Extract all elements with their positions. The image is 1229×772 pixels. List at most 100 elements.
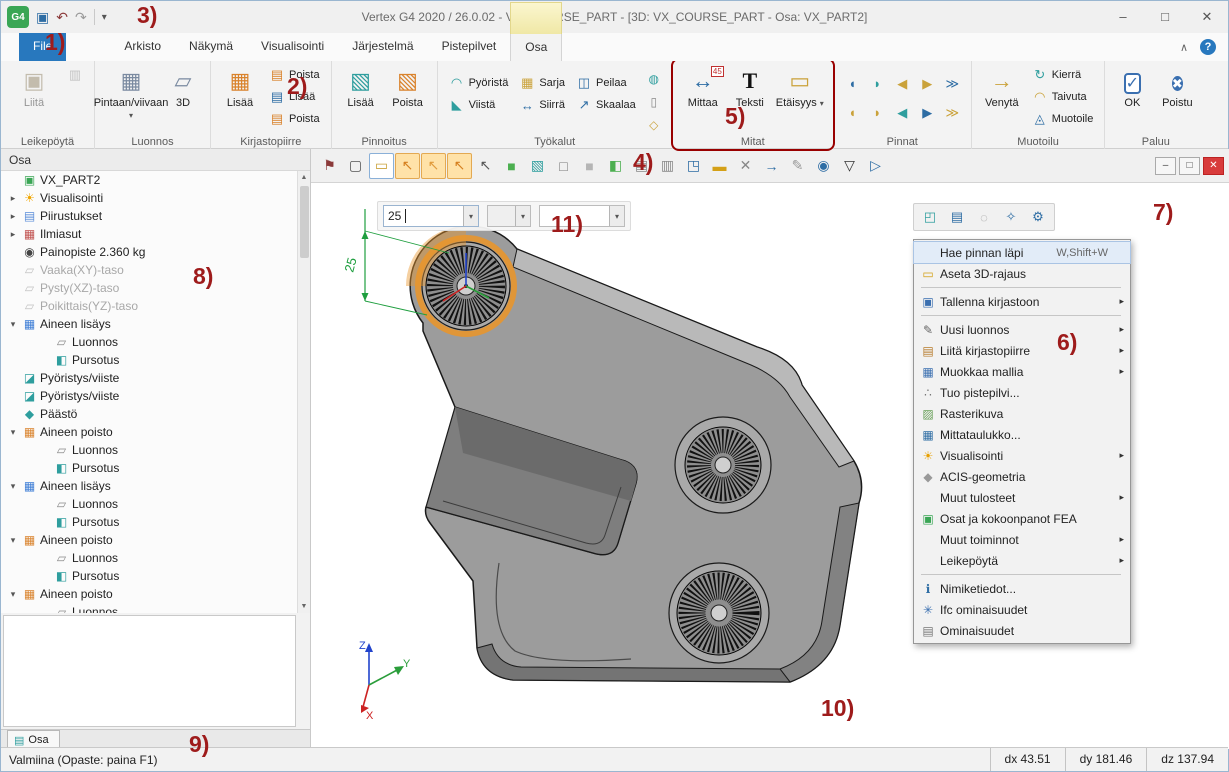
tree-item[interactable]: ▾ ▦ Aineen poisto [1,585,297,603]
skaalaa-button[interactable]: ↗ Skaalaa [572,94,640,116]
face-tool-button[interactable]: ◀ [891,99,914,126]
tree-item[interactable]: ◧ Pursotus [1,351,297,369]
menu-item[interactable]: ▣ Osat ja kokoonpanot FEA [914,508,1130,529]
minimize-button[interactable]: – [1102,1,1144,33]
tree-item[interactable]: ▾ ▦ Aineen poisto [1,423,297,441]
toolbar-button[interactable]: ✕ [733,153,758,179]
scroll-down-icon[interactable]: ▼ [298,600,310,613]
tree-expander-icon[interactable]: ▸ [7,193,19,204]
menu-item[interactable]: ▤ Ominaisuudet [914,620,1130,641]
tree-expander-icon[interactable]: ▸ [7,229,19,240]
tree-item[interactable]: ◧ Pursotus [1,513,297,531]
face-tool-button[interactable]: ▶ [916,99,939,126]
menu-item[interactable]: Hae pinnan läpi W,Shift+W [914,242,1130,263]
viista-button[interactable]: ◣ Viistä [445,94,513,116]
pinnoitus-lisaa-button[interactable]: ▧ Lisää [339,64,383,132]
menu-item[interactable]: ∴ Tuo pistepilvi... [914,382,1130,403]
toolbar-button[interactable]: ▧ [525,153,550,179]
menu-item[interactable]: ▦ Muokkaa mallia ▸ [914,361,1130,382]
tab-osa[interactable]: Osa [510,33,562,61]
mdi-close-button[interactable]: ✕ [1203,157,1224,175]
menu-item[interactable]: ℹ Nimiketiedot... [914,578,1130,599]
mdi-minimize-button[interactable]: – [1155,157,1176,175]
qat-customize-button[interactable]: ▾ [102,12,107,23]
menu-item[interactable]: ▤ Liitä kirjastopiirre ▸ [914,340,1130,361]
tree-item[interactable]: ◪ Pyöristys/viiste [1,387,297,405]
menu-item[interactable]: ▦ Mittataulukko... [914,424,1130,445]
sarja-button[interactable]: ▦ Sarja [515,72,569,94]
toolbar-button[interactable]: ▢ [343,153,368,179]
secondary-combo[interactable]: ▾ [487,205,531,227]
peilaa-button[interactable]: ◫ Peilaa [572,72,640,94]
menu-item[interactable]: ✳ Ifc ominaisuudet [914,599,1130,620]
tree-item[interactable]: ▸ ☀ Visualisointi [1,189,297,207]
toolbar-button[interactable]: ↖ [447,153,472,179]
tab-pistepilvet[interactable]: Pistepilvet [428,33,511,61]
toolbar-button[interactable]: ↖ [473,153,498,179]
kirjasto-lisaa-small-button[interactable]: ▤ Lisää [265,86,324,108]
mini-toolbar-button[interactable]: ◰ [918,206,942,228]
tree-item[interactable]: ▸ ▤ Piirustukset [1,207,297,225]
tree-item[interactable]: ▾ ▦ Aineen lisäys [1,477,297,495]
tree-item[interactable]: ▾ ▦ Aineen lisäys [1,315,297,333]
combo-dropdown-icon[interactable]: ▾ [515,206,530,226]
tree-item[interactable]: ▱ Vaaka(XY)-taso [1,261,297,279]
toolbar-button[interactable]: ▽ [837,153,862,179]
menu-item[interactable]: ☀ Visualisointi ▸ [914,445,1130,466]
tree-item[interactable]: ▱ Luonnos [1,549,297,567]
scroll-up-icon[interactable]: ▲ [298,171,310,184]
tree-expander-icon[interactable]: ▾ [7,481,19,492]
tree-item[interactable]: ▾ ▦ Aineen poisto [1,531,297,549]
etaisyys-button[interactable]: ▭ Etäisyys ▾ [774,64,826,132]
tab-arkisto[interactable]: Arkisto [110,33,175,61]
tool-button[interactable]: ◇ [643,115,665,135]
mini-toolbar-button[interactable]: ⚙ [1026,206,1050,228]
liita-button[interactable]: ▣ Liitä [8,64,60,132]
face-tool-button[interactable]: ≫ [941,70,964,97]
toolbar-button[interactable]: ▭ [369,153,394,179]
toolbar-button[interactable]: ✎ [785,153,810,179]
toolbar-button[interactable]: ■ [499,153,524,179]
venyta-button[interactable]: → Venytä [979,64,1025,132]
ok-button[interactable]: ✓ OK [1112,64,1152,132]
tree-item[interactable]: ▱ Luonnos [1,495,297,513]
face-tool-button[interactable]: ▶ [916,70,939,97]
tree-item[interactable]: ▱ Luonnos [1,441,297,459]
tree-expander-icon[interactable]: ▾ [7,319,19,330]
toolbar-button[interactable]: ◉ [811,153,836,179]
toolbar-button[interactable]: ▷ [863,153,888,179]
menu-item[interactable]: ✎ Uusi luonnos ▸ [914,319,1130,340]
tree-expander-icon[interactable]: ▾ [7,589,19,600]
tree-item[interactable]: ▱ Luonnos [1,603,297,613]
menu-item[interactable]: ▣ Tallenna kirjastoon ▸ [914,291,1130,312]
tab-file[interactable]: File [19,33,66,61]
tree-expander-icon[interactable]: ▾ [7,427,19,438]
redo-button[interactable]: ↷ [75,9,87,26]
close-button[interactable]: ✕ [1186,1,1228,33]
kierra-button[interactable]: ↻ Kierrä [1028,64,1098,86]
tertiary-combo[interactable]: ▾ [539,205,625,227]
toolbar-button[interactable]: ⚑ [317,153,342,179]
face-tool-button[interactable]: ≫ [941,99,964,126]
pinnoitus-poista-button[interactable]: ▧ Poista [386,64,430,132]
muotoile-button[interactable]: ◬ Muotoile [1028,108,1098,130]
tree-item[interactable]: ◧ Pursotus [1,459,297,477]
face-tool-button[interactable]: ◖ [841,70,864,97]
mittaa-button[interactable]: ↔45 Mittaa [680,64,726,132]
teksti-button[interactable]: T Teksti [729,64,771,132]
tree-item[interactable]: ▣ VX_PART2 [1,171,297,189]
tree-item[interactable]: ◉ Painopiste 2.360 kg [1,243,297,261]
maximize-button[interactable]: □ [1144,1,1186,33]
ribbon-collapse-icon[interactable]: ∧ [1180,41,1188,54]
toolbar-button[interactable]: ▬ [707,153,732,179]
toolbar-button[interactable]: ▥ [655,153,680,179]
toolbar-button[interactable]: → [759,153,784,179]
siirra-button[interactable]: ↔ Siirrä [515,94,569,116]
tree-expander-icon[interactable]: ▾ [7,535,19,546]
undo-button[interactable]: ↶ [56,9,68,26]
menu-item[interactable] [914,284,1130,291]
scrollbar-thumb[interactable] [300,186,309,258]
face-tool-button[interactable]: ◗ [866,70,889,97]
pintaan-viivaan-button[interactable]: ▦ Pintaan/viivaan ▾ [102,64,160,132]
menu-item[interactable]: Muut tulosteet ▸ [914,487,1130,508]
